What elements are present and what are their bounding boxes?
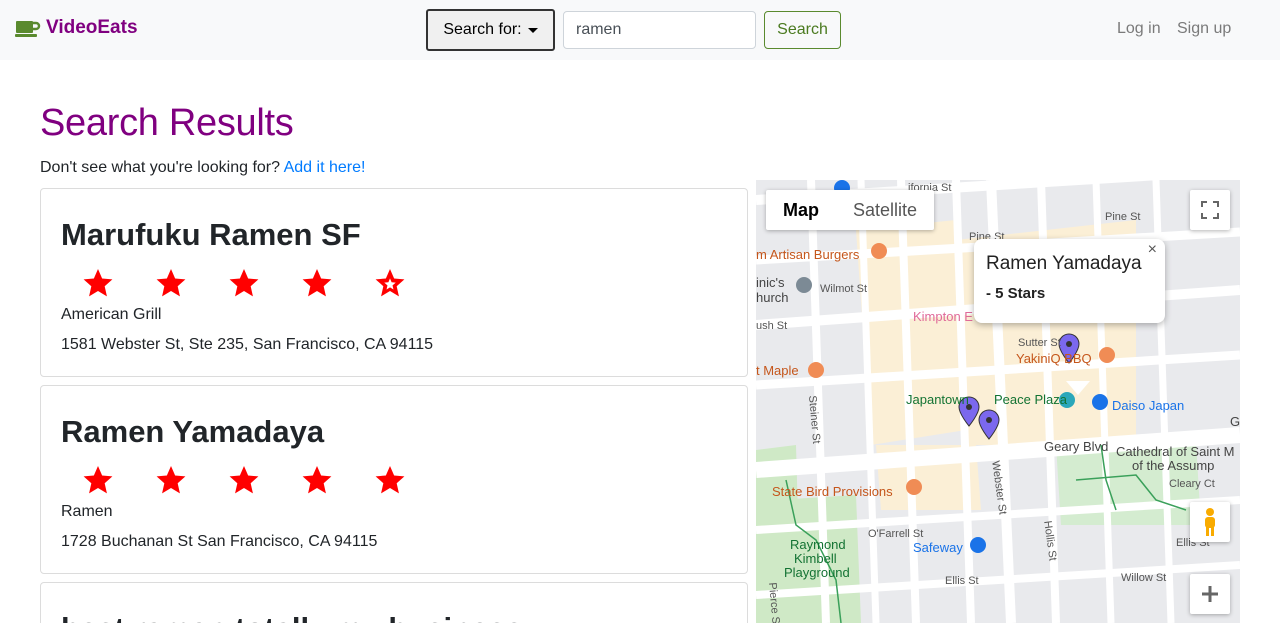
close-icon[interactable]: × (1148, 241, 1157, 259)
map-label: ush St (756, 320, 788, 332)
result-card[interactable]: Marufuku Ramen SF American Grill 1581 We… (40, 188, 748, 377)
star-filled-icon (61, 463, 134, 497)
info-window-rating: - 5 Stars (986, 285, 1046, 302)
map-label: of the Assump (1132, 458, 1215, 473)
map-info-window: Ramen Yamadaya - 5 Stars × (974, 239, 1165, 395)
street-view-button[interactable] (1190, 502, 1230, 542)
map-label: O'Farrell St (868, 528, 924, 540)
star-filled-icon (207, 463, 280, 497)
restaurant-category: American Grill (61, 306, 162, 323)
zoom-in-button[interactable] (1190, 574, 1230, 614)
map-label: Willow St (1121, 572, 1167, 584)
restaurant-name[interactable]: Ramen Yamadaya (61, 414, 324, 450)
map-label: inic's (756, 275, 785, 290)
map-label: hurch (756, 290, 789, 305)
caret-down-icon (527, 27, 538, 33)
search-input[interactable] (563, 11, 756, 49)
star-rating (61, 463, 426, 497)
info-window-title: Ramen Yamadaya (986, 253, 1142, 274)
star-filled-icon (353, 463, 426, 497)
fullscreen-button[interactable] (1190, 190, 1230, 230)
map-label: Daiso Japan (1112, 398, 1185, 413)
search-type-label: Search for: (443, 21, 522, 38)
map-label: Cleary Ct (1169, 478, 1215, 490)
map-label: Cathedral of Saint M (1116, 444, 1235, 459)
map-label: Peace Plaza (994, 392, 1067, 407)
star-rating (61, 266, 426, 300)
star-filled-icon (134, 266, 207, 300)
brand-name: VideoEats (46, 17, 138, 38)
map-label: Kimpton E (913, 309, 973, 324)
star-filled-icon (61, 266, 134, 300)
brand[interactable]: VideoEats (15, 17, 138, 39)
map-label: YakiniQ BBQ (1016, 351, 1092, 366)
map-label: State Bird Provisions (772, 484, 893, 499)
star-filled-icon (280, 266, 353, 300)
info-window-tail (1066, 381, 1090, 395)
page-title: Search Results (40, 102, 294, 144)
star-filled-icon (134, 463, 207, 497)
restaurant-address: 1581 Webster St, Ste 235, San Francisco,… (61, 336, 434, 353)
map-label: Ellis St (945, 575, 979, 587)
map-type-satellite-button[interactable]: Satellite (836, 190, 934, 230)
map-label: Pine St (1105, 211, 1141, 223)
map-type-map-button[interactable]: Map (766, 190, 836, 230)
map-label: Sutter St (1018, 337, 1061, 349)
add-restaurant-link[interactable]: Add it here! (284, 159, 366, 176)
map-label: Safeway (913, 540, 963, 555)
map-label: t Maple (756, 363, 799, 378)
coffee-cup-icon (15, 21, 41, 37)
star-filled-icon (207, 266, 280, 300)
star-half-icon (353, 266, 426, 300)
search-button[interactable]: Search (764, 11, 841, 49)
map-label: Playground (784, 565, 850, 580)
map-label: G (1230, 414, 1240, 429)
map[interactable]: ifornia St Pine St Pine St m Artisan Bur… (756, 180, 1240, 623)
map-label: Raymond (790, 537, 846, 552)
map-type-control: Map Satellite (766, 190, 935, 230)
signup-link[interactable]: Sign up (1177, 20, 1231, 38)
fullscreen-icon (1201, 201, 1219, 219)
login-link[interactable]: Log in (1117, 20, 1161, 38)
plus-icon (1202, 586, 1218, 602)
map-label: Japantown (906, 392, 969, 407)
result-card[interactable]: Ramen Yamadaya Ramen 1728 Buchanan St Sa… (40, 385, 748, 574)
star-filled-icon (280, 463, 353, 497)
map-label: m Artisan Burgers (756, 247, 860, 262)
map-label: Geary Blvd (1044, 439, 1109, 454)
navbar: VideoEats Search for: Search Log in Sign… (0, 0, 1280, 60)
add-restaurant-hint: Don't see what you're looking for? Add i… (40, 159, 365, 177)
restaurant-category: Ramen (61, 503, 113, 520)
restaurant-address: 1728 Buchanan St San Francisco, CA 94115 (61, 533, 378, 550)
restaurant-name[interactable]: Marufuku Ramen SF (61, 217, 361, 253)
map-label: Kimbell (794, 551, 837, 566)
result-card[interactable]: best ramen totally my business (40, 582, 748, 623)
pegman-icon (1205, 508, 1215, 536)
restaurant-name[interactable]: best ramen totally my business (61, 611, 523, 623)
map-label: Wilmot St (820, 283, 868, 295)
search-type-dropdown[interactable]: Search for: (426, 9, 555, 51)
hint-text: Don't see what you're looking for? (40, 159, 281, 176)
